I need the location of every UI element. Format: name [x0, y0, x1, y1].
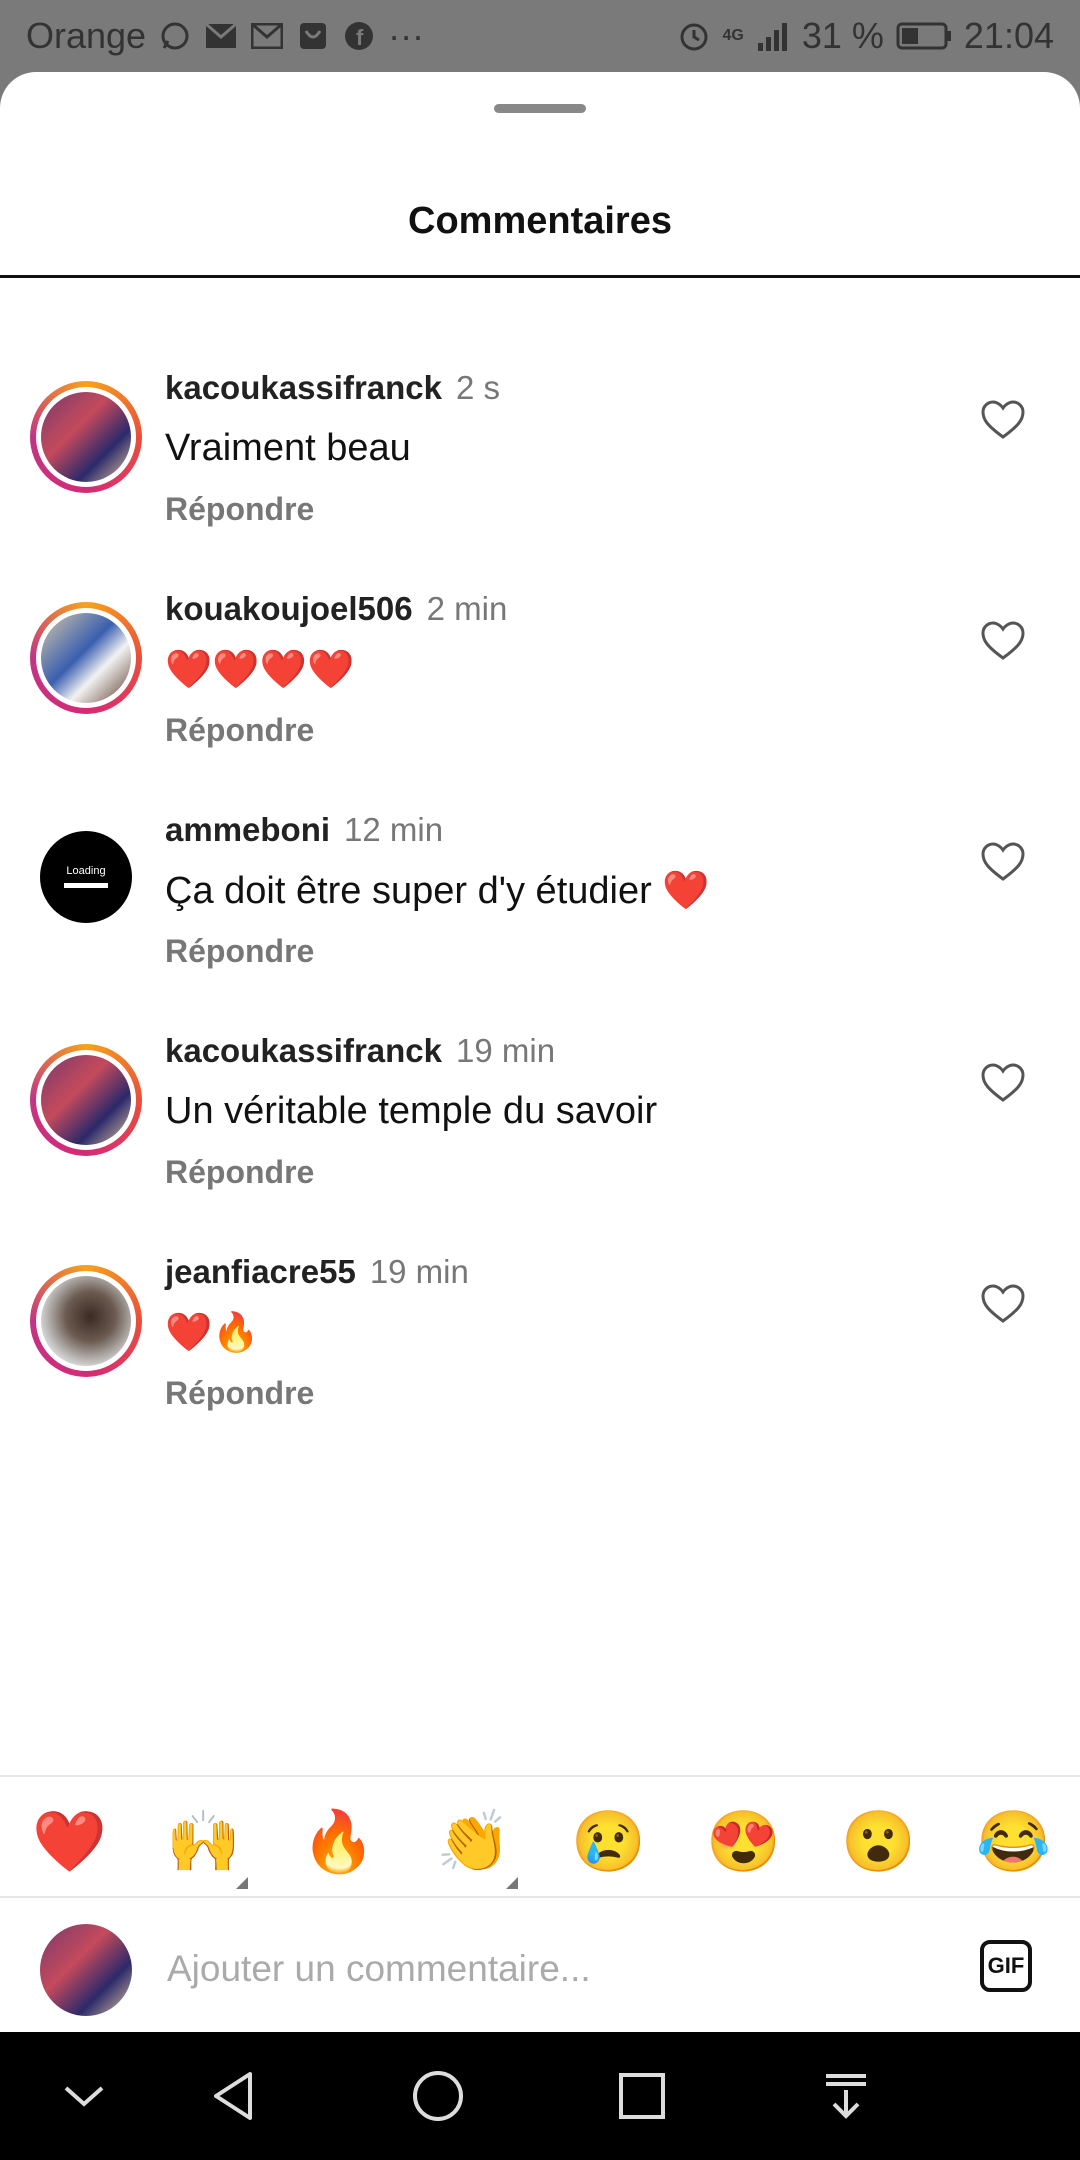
reply-button[interactable]: Répondre: [165, 933, 314, 970]
emoji-heart[interactable]: ❤️: [32, 1807, 107, 1877]
clock: 21:04: [963, 15, 1054, 56]
back-icon[interactable]: [204, 2066, 264, 2126]
comment-username[interactable]: kacoukassifranck 19 min: [165, 1032, 555, 1070]
comment-item: jeanfiacre55 19 min ❤️🔥 Répondre: [0, 1235, 1080, 1435]
comment-username[interactable]: jeanfiacre55 19 min: [165, 1253, 469, 1291]
comment-username[interactable]: kouakoujoel506 2 min: [165, 590, 507, 628]
emoji-variant-indicator: [236, 1877, 248, 1889]
whatsapp-icon: [158, 19, 192, 53]
svg-text:f: f: [356, 25, 364, 50]
comment-text: Ça doit être super d'y étudier ❤️: [165, 870, 710, 912]
facebook-icon: f: [342, 19, 376, 53]
like-heart-icon[interactable]: [980, 399, 1026, 441]
avatar[interactable]: [30, 381, 142, 493]
comment-text: ❤️❤️❤️❤️: [165, 649, 355, 691]
comment-time: 19 min: [456, 1032, 556, 1069]
emoji-crying[interactable]: 😢: [571, 1807, 646, 1877]
comment-item: kouakoujoel506 2 min ❤️❤️❤️❤️ Répondre: [0, 572, 1080, 772]
comment-item: kacoukassifranck 2 s Vraiment beau Répond…: [0, 351, 1080, 551]
my-avatar: [40, 1924, 132, 2016]
comment-input[interactable]: [165, 1928, 929, 2010]
comment-time: 2 s: [456, 369, 501, 406]
alarm-icon: [677, 19, 711, 53]
gif-button[interactable]: GIF: [980, 1940, 1032, 1992]
like-heart-icon[interactable]: [980, 620, 1026, 662]
comment-time: 2 min: [426, 590, 508, 627]
comment-composer: GIF: [0, 1898, 1080, 2032]
emoji-raised-hands[interactable]: 🙌: [166, 1807, 241, 1877]
status-bar: Orange f ··· 4G 31 % 21:04: [0, 0, 1080, 72]
emoji-fire[interactable]: 🔥: [301, 1807, 376, 1877]
comment-item: kacoukassifranck 19 min Un véritable temp…: [0, 1014, 1080, 1214]
avatar[interactable]: Loading: [40, 831, 132, 923]
recents-icon[interactable]: [612, 2066, 672, 2126]
system-nav-bar: [0, 2032, 1080, 2160]
notification-shade-icon[interactable]: [816, 2066, 876, 2126]
mail-icon: [204, 19, 238, 53]
comment-text: Un véritable temple du savoir: [165, 1090, 658, 1132]
home-icon[interactable]: [408, 2066, 468, 2126]
network-type: 4G: [722, 27, 744, 44]
more-notifications-icon: ···: [388, 15, 425, 56]
carrier-name: Orange: [26, 15, 147, 56]
sheet-title: Commentaires: [408, 200, 672, 242]
like-heart-icon[interactable]: [980, 841, 1026, 883]
avatar[interactable]: [30, 1044, 142, 1156]
gmail-icon: [250, 19, 284, 53]
shopping-bag-icon: [296, 19, 330, 53]
collapse-icon[interactable]: [54, 2066, 114, 2126]
comment-text: ❤️🔥: [165, 1312, 260, 1354]
like-heart-icon[interactable]: [980, 1283, 1026, 1325]
comment-item: Loading ammeboni 12 min Ça doit être supe…: [0, 793, 1080, 993]
emoji-clapping[interactable]: 👏: [436, 1807, 511, 1877]
comment-username[interactable]: kacoukassifranck 2 s: [165, 369, 500, 407]
comments-sheet: Commentaires kacoukassifranck 2 s Vraimen…: [0, 72, 1080, 2032]
comment-text: Vraiment beau: [165, 427, 411, 469]
signal-icon: [756, 19, 790, 53]
emoji-surprised[interactable]: 😮: [841, 1807, 916, 1877]
like-heart-icon[interactable]: [980, 1062, 1026, 1104]
comment-time: 19 min: [369, 1253, 469, 1290]
drag-handle[interactable]: [494, 104, 586, 113]
comment-username[interactable]: ammeboni 12 min: [165, 811, 443, 849]
emoji-quick-bar: ❤️ 🙌 🔥 👏 😢 😍 😮 😂: [0, 1777, 1080, 1907]
emoji-laughing[interactable]: 😂: [976, 1807, 1051, 1877]
reply-button[interactable]: Répondre: [165, 712, 314, 749]
reply-button[interactable]: Répondre: [165, 491, 314, 528]
avatar[interactable]: [30, 1265, 142, 1377]
battery-percent: 31 %: [801, 15, 884, 56]
emoji-heart-eyes[interactable]: 😍: [706, 1807, 781, 1877]
comment-time: 12 min: [344, 811, 444, 848]
reply-button[interactable]: Répondre: [165, 1375, 314, 1412]
avatar[interactable]: [30, 602, 142, 714]
emoji-variant-indicator: [506, 1877, 518, 1889]
reply-button[interactable]: Répondre: [165, 1154, 314, 1191]
title-divider: [0, 275, 1080, 278]
battery-icon: [896, 19, 952, 53]
